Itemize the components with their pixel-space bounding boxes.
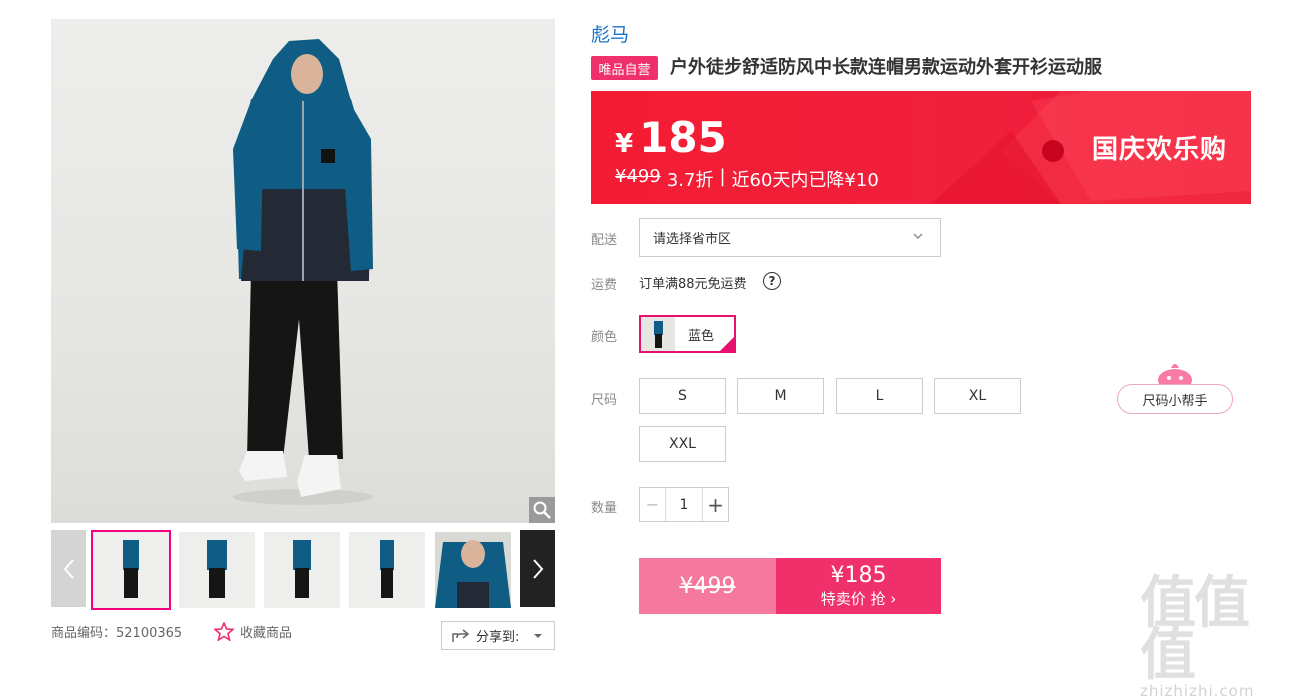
size-option-xl[interactable]: XL (934, 378, 1021, 414)
color-swatch (641, 317, 675, 351)
price-details: ¥499 3.7折 | 近60天内已降¥10 (615, 166, 879, 192)
watermark-logo: 值值值 (1140, 571, 1250, 688)
chevron-left-icon (63, 558, 74, 579)
quantity-plus-button[interactable]: + (702, 488, 728, 521)
region-select-value: 请选择省市区 (653, 232, 732, 247)
watermark-domain: zhizhizhi.com (1140, 682, 1255, 700)
color-option-blue[interactable]: 蓝色 (639, 315, 736, 353)
product-title: 户外徒步舒适防风中长款连帽男款运动外套开衫运动服 (670, 57, 1102, 78)
size-option-xxl[interactable]: XXL (639, 426, 726, 462)
thumbnail-1[interactable] (91, 530, 171, 610)
size-option-l[interactable]: L (836, 378, 923, 414)
thumbnail-4[interactable] (349, 532, 425, 608)
size-helper-button[interactable]: 尺码小帮手 (1117, 384, 1233, 414)
current-price: ¥ 185 (615, 113, 727, 162)
buy-button[interactable]: ¥499 ¥185 特卖价 抢 › (639, 558, 941, 614)
share-label: 分享到: (476, 630, 520, 645)
quantity-minus-button[interactable]: − (640, 488, 666, 521)
promo-title: 国庆欢乐购 (1091, 135, 1227, 165)
price-separator: | (719, 166, 726, 187)
share-icon (452, 628, 470, 642)
share-dropdown[interactable]: 分享到: (441, 621, 555, 650)
price-banner: ¥ 185 ¥499 3.7折 | 近60天内已降¥10 国庆欢乐购 (591, 91, 1251, 204)
shipping-label: 运费 (591, 278, 618, 293)
chevron-down-icon (913, 233, 923, 239)
help-icon[interactable]: ? (763, 272, 781, 290)
brand-link[interactable]: 彪马 (591, 20, 629, 47)
size-label: 尺码 (591, 393, 618, 408)
buy-action-label: 特卖价 抢 › (820, 590, 897, 608)
region-select[interactable]: 请选择省市区 (639, 218, 941, 257)
price-drop-note: 近60天内已降¥10 (731, 170, 879, 191)
model-illustration (233, 39, 373, 505)
currency-symbol: ¥ (615, 129, 634, 159)
buy-price: ¥185 (830, 563, 887, 588)
thumb-next-button[interactable] (520, 530, 555, 607)
size-option-m[interactable]: M (737, 378, 824, 414)
sku-code: 商品编码：52100365 (51, 626, 183, 641)
favorite-button[interactable]: 收藏商品 (214, 622, 292, 641)
size-option-s[interactable]: S (639, 378, 726, 414)
price-value: 185 (639, 113, 727, 162)
buy-original-price: ¥499 (639, 558, 776, 614)
quantity-label: 数量 (591, 501, 618, 516)
original-price: ¥499 (615, 166, 661, 187)
delivery-label: 配送 (591, 233, 618, 248)
chevron-right-icon (532, 558, 543, 579)
thumbnail-strip (51, 530, 555, 610)
quantity-input[interactable]: 1 (666, 488, 702, 521)
zoom-icon[interactable] (529, 497, 555, 523)
helper-mascot-icon (1158, 364, 1192, 386)
discount-rate: 3.7折 (666, 170, 714, 191)
caret-down-icon (534, 633, 543, 638)
thumbnail-3[interactable] (264, 532, 340, 608)
favorite-label: 收藏商品 (240, 626, 293, 641)
self-operated-badge: 唯品自营 (591, 56, 658, 80)
quantity-stepper: − 1 + (639, 487, 729, 522)
color-option-label: 蓝色 (688, 328, 715, 344)
thumb-prev-button[interactable] (51, 530, 86, 607)
buy-now[interactable]: ¥185 特卖价 抢 › (776, 558, 941, 614)
main-product-image[interactable] (51, 19, 555, 523)
shipping-text: 订单满88元免运费 (639, 277, 747, 292)
color-label: 颜色 (591, 330, 618, 345)
selected-check-icon (719, 336, 734, 351)
star-icon (214, 622, 234, 641)
thumbnail-5[interactable] (435, 532, 511, 608)
site-watermark: 值值值 zhizhizhi.com (1140, 576, 1285, 700)
thumbnail-2[interactable] (179, 532, 255, 608)
